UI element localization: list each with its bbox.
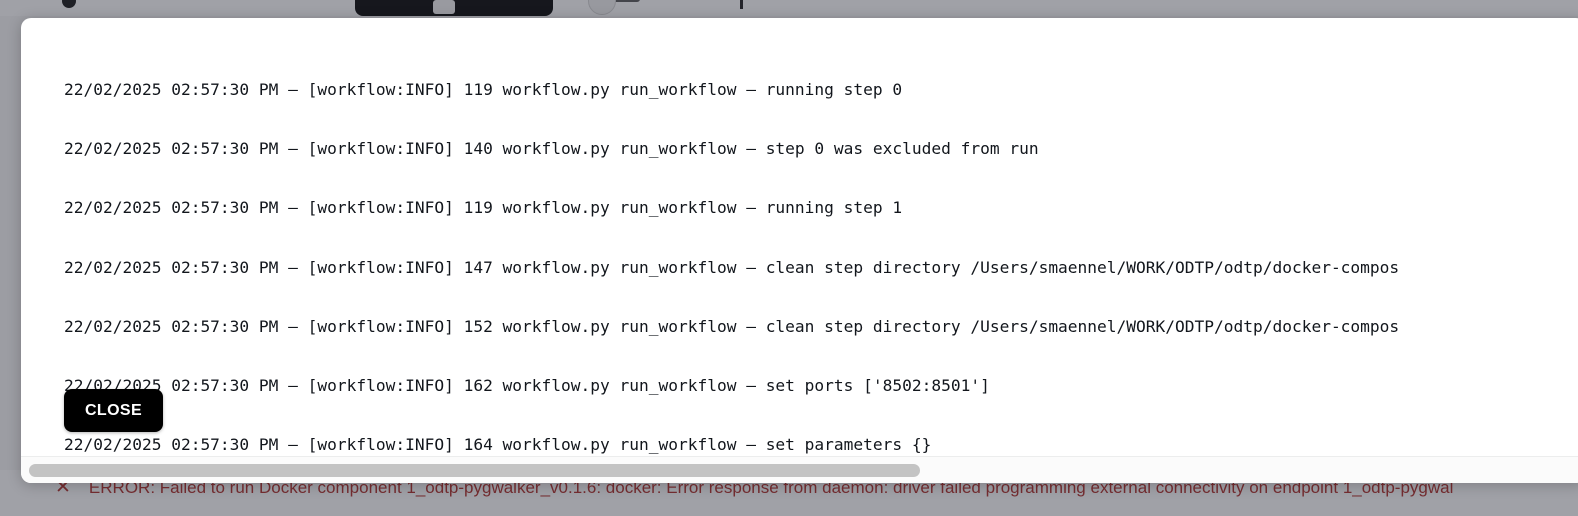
app-root: ✕ ERROR: Failed to run Docker component … [0, 0, 1578, 516]
log-output-dialog: 22/02/2025 02:57:30 PM – [workflow:INFO]… [21, 18, 1578, 483]
dialog-scrollbar-thumb[interactable] [29, 464, 920, 477]
log-line: 22/02/2025 02:57:30 PM – [workflow:INFO]… [64, 376, 990, 396]
log-line: 22/02/2025 02:57:30 PM – [workflow:INFO]… [64, 435, 932, 455]
log-line: 22/02/2025 02:57:30 PM – [workflow:INFO]… [64, 316, 1400, 336]
log-line: 22/02/2025 02:57:30 PM – [workflow:INFO]… [64, 139, 1039, 159]
log-line: 22/02/2025 02:57:30 PM – [workflow:INFO]… [64, 80, 903, 99]
log-line: 22/02/2025 02:57:30 PM – [workflow:INFO]… [64, 257, 1400, 277]
dialog-body: 22/02/2025 02:57:30 PM – [workflow:INFO]… [21, 18, 1578, 456]
log-output: 22/02/2025 02:57:30 PM – [workflow:INFO]… [64, 42, 1578, 456]
dialog-horizontal-scrollbar[interactable] [21, 456, 1578, 483]
close-button[interactable]: CLOSE [64, 389, 163, 432]
log-line: 22/02/2025 02:57:30 PM – [workflow:INFO]… [64, 198, 903, 218]
